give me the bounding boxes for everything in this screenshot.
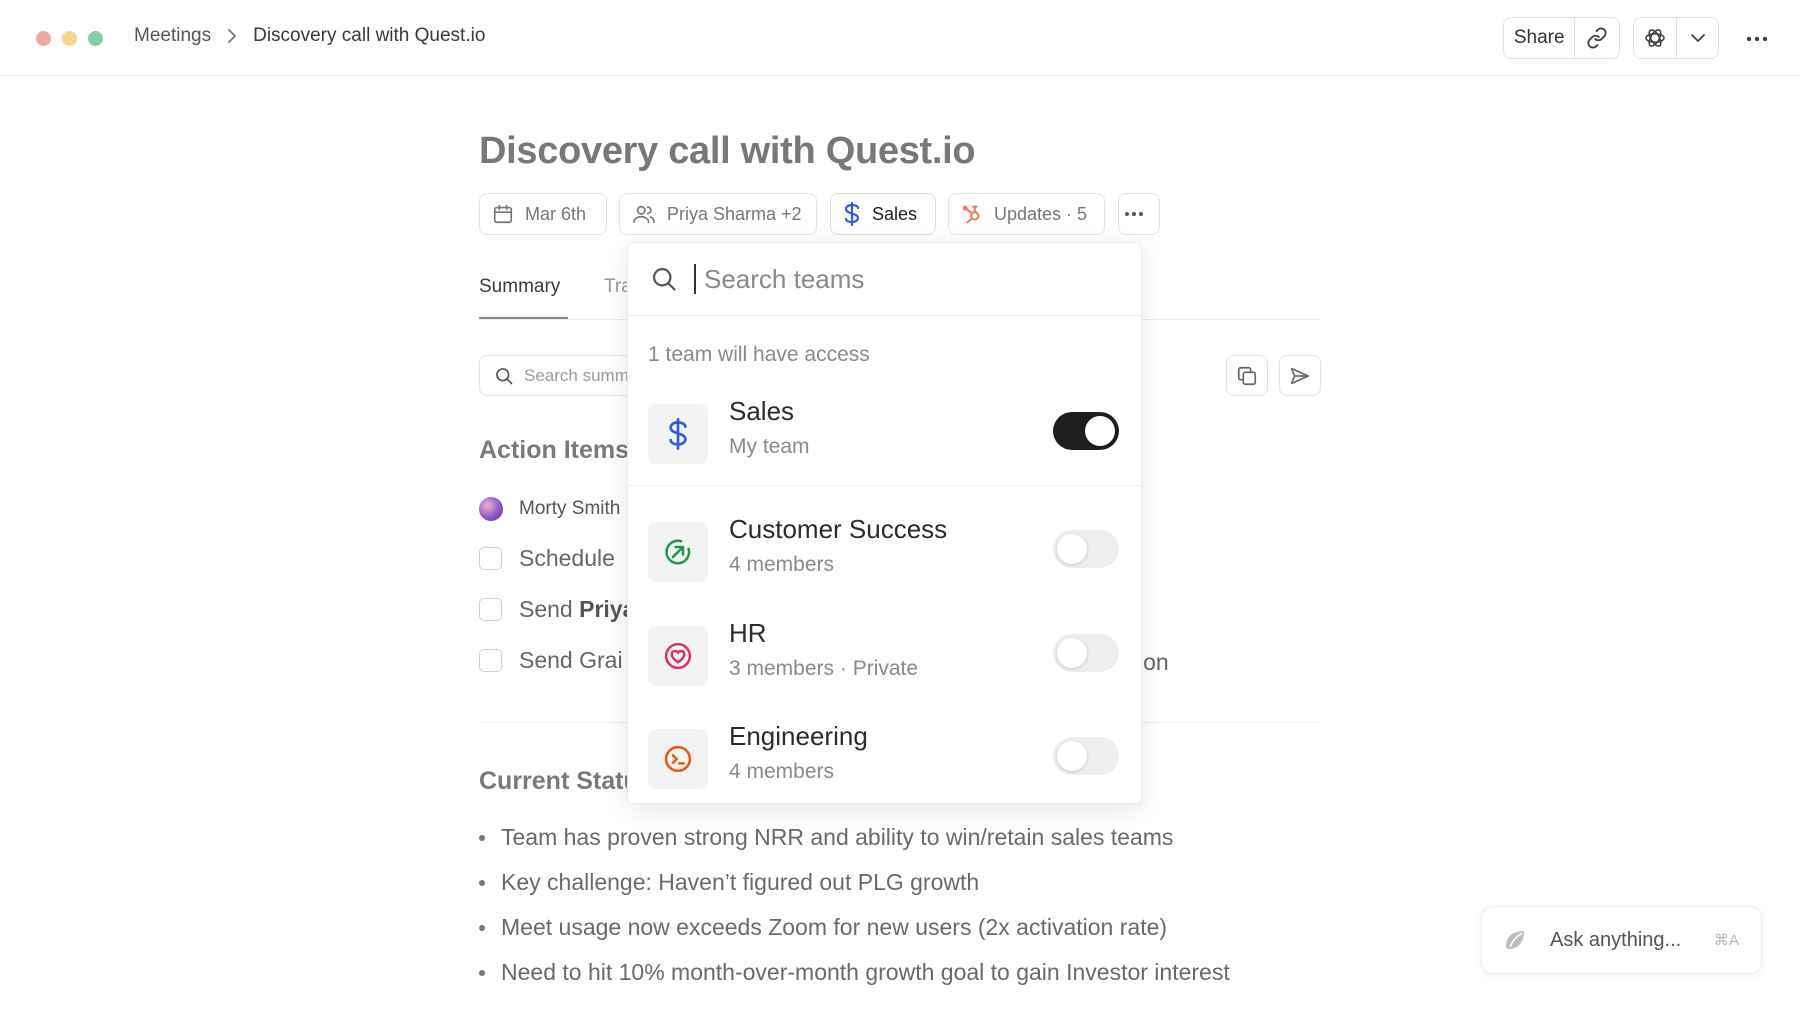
dollar-icon [844, 202, 860, 226]
arrow-up-right-circle-icon [648, 522, 708, 582]
list-item: Key challenge: Haven’t figured out PLG g… [479, 869, 979, 896]
tab-summary[interactable]: Summary [479, 276, 560, 298]
title-bar: Meetings Discovery call with Quest.io Sh… [0, 0, 1800, 76]
team-subtitle: 3 members · Private [729, 657, 919, 680]
assignee-name: Morty Smith [519, 498, 621, 519]
bullet-text: Need to hit 10% month-over-month growth … [501, 959, 1230, 985]
team-subtitle: 4 members [729, 760, 835, 783]
task-text-prefix: Send [519, 596, 573, 622]
task-checkbox[interactable] [479, 649, 502, 672]
list-item: Team has proven strong NRR and ability t… [479, 824, 1173, 851]
team-search [628, 243, 1141, 316]
team-row-sales[interactable]: Sales My team [628, 391, 1141, 487]
bullet-text: Meet usage now exceeds Zoom for new user… [501, 914, 1168, 940]
more-chips-button[interactable] [1118, 193, 1160, 235]
task-text: Send Grai [519, 647, 623, 673]
team-access-toggle[interactable] [1053, 737, 1119, 775]
send-summary-button[interactable] [1279, 355, 1321, 396]
ask-shortcut: ⌘A [1713, 932, 1739, 949]
copy-icon [1237, 366, 1257, 385]
copy-link-button[interactable] [1575, 18, 1619, 58]
team-row-hr[interactable]: HR 3 members · Private [628, 613, 1141, 709]
list-item: Meet usage now exceeds Zoom for new user… [479, 914, 1167, 941]
page-title: Discovery call with Quest.io [479, 130, 976, 172]
team-chip-label: Sales [872, 203, 918, 224]
assignee: Morty Smith [479, 497, 620, 521]
team-name: Sales [729, 396, 795, 426]
task-text: Schedule [519, 545, 615, 571]
team-access-toggle[interactable] [1053, 634, 1119, 672]
ask-anything-placeholder: Ask anything... [1550, 928, 1682, 951]
ask-anything-input[interactable]: Ask anything... ⌘A [1481, 906, 1762, 974]
people-icon [633, 205, 655, 224]
team-chip[interactable]: Sales [830, 193, 936, 235]
team-search-input[interactable] [694, 264, 1094, 294]
team-name: HR [729, 618, 767, 648]
copy-summary-button[interactable] [1226, 355, 1268, 396]
breadcrumb: Meetings Discovery call with Quest.io [134, 25, 485, 47]
link-icon [1587, 27, 1607, 49]
team-row-engineering[interactable]: Engineering 4 members [628, 716, 1141, 803]
search-icon [496, 367, 513, 384]
breadcrumb-meetings-link[interactable]: Meetings [134, 25, 211, 47]
team-row-customer-success[interactable]: Customer Success 4 members [628, 509, 1141, 605]
ellipsis-icon [1746, 36, 1768, 42]
ai-model-button[interactable] [1634, 18, 1678, 58]
task-checkbox[interactable] [479, 598, 502, 621]
divider [628, 485, 1141, 486]
task-checkbox[interactable] [479, 547, 502, 570]
avatar [479, 497, 503, 521]
dollar-icon [648, 404, 708, 464]
list-item: Need to hit 10% month-over-month growth … [479, 959, 1230, 986]
chevron-right-icon [227, 29, 237, 43]
breadcrumb-current: Discovery call with Quest.io [253, 25, 486, 46]
team-subtitle: 4 members [729, 553, 835, 576]
active-tab-indicator [479, 317, 568, 319]
share-group: Share [1503, 17, 1620, 59]
team-name: Engineering [729, 721, 868, 751]
team-name: Customer Success [729, 514, 948, 544]
action-items-heading: Action Items [479, 436, 630, 464]
team-access-toggle[interactable] [1053, 530, 1119, 568]
more-options-button[interactable] [1742, 24, 1772, 54]
task-text-tail: ion [1138, 649, 1169, 675]
task-item: Send Priya [479, 596, 635, 623]
updates-label: Updates · 5 [994, 203, 1088, 224]
window-zoom-button[interactable] [88, 31, 103, 46]
task-item: Send Grai [479, 647, 623, 674]
leaf-logo-icon [1506, 931, 1524, 949]
date-label: Mar 6th [525, 203, 587, 224]
access-summary: 1 team will have access [648, 343, 870, 366]
hubspot-icon [962, 205, 980, 224]
window-close-button[interactable] [36, 31, 51, 46]
participants-chip[interactable]: Priya Sharma +2 [619, 193, 817, 235]
participants-label: Priya Sharma +2 [667, 203, 802, 224]
share-button[interactable]: Share [1504, 18, 1576, 58]
ai-model-group [1633, 17, 1719, 59]
ellipsis-icon [1124, 212, 1143, 216]
team-subtitle: My team [729, 435, 810, 458]
date-chip[interactable]: Mar 6th [479, 193, 607, 235]
openai-icon [1645, 29, 1666, 47]
send-icon [1290, 367, 1310, 384]
calendar-icon [493, 204, 513, 224]
team-access-toggle[interactable] [1053, 412, 1119, 450]
team-picker-popover: 1 team will have access Sales My team Cu… [627, 242, 1142, 804]
terminal-circle-icon [648, 729, 708, 789]
heart-circle-icon [648, 626, 708, 686]
ai-model-dropdown-button[interactable] [1677, 18, 1718, 58]
chevron-down-icon [1690, 34, 1705, 42]
task-item: Schedule [479, 545, 615, 572]
bullet-text: Key challenge: Haven’t figured out PLG g… [501, 869, 980, 895]
window-minimize-button[interactable] [62, 31, 77, 46]
search-icon [652, 267, 676, 291]
updates-chip[interactable]: Updates · 5 [948, 193, 1105, 235]
bullet-text: Team has proven strong NRR and ability t… [501, 824, 1174, 850]
